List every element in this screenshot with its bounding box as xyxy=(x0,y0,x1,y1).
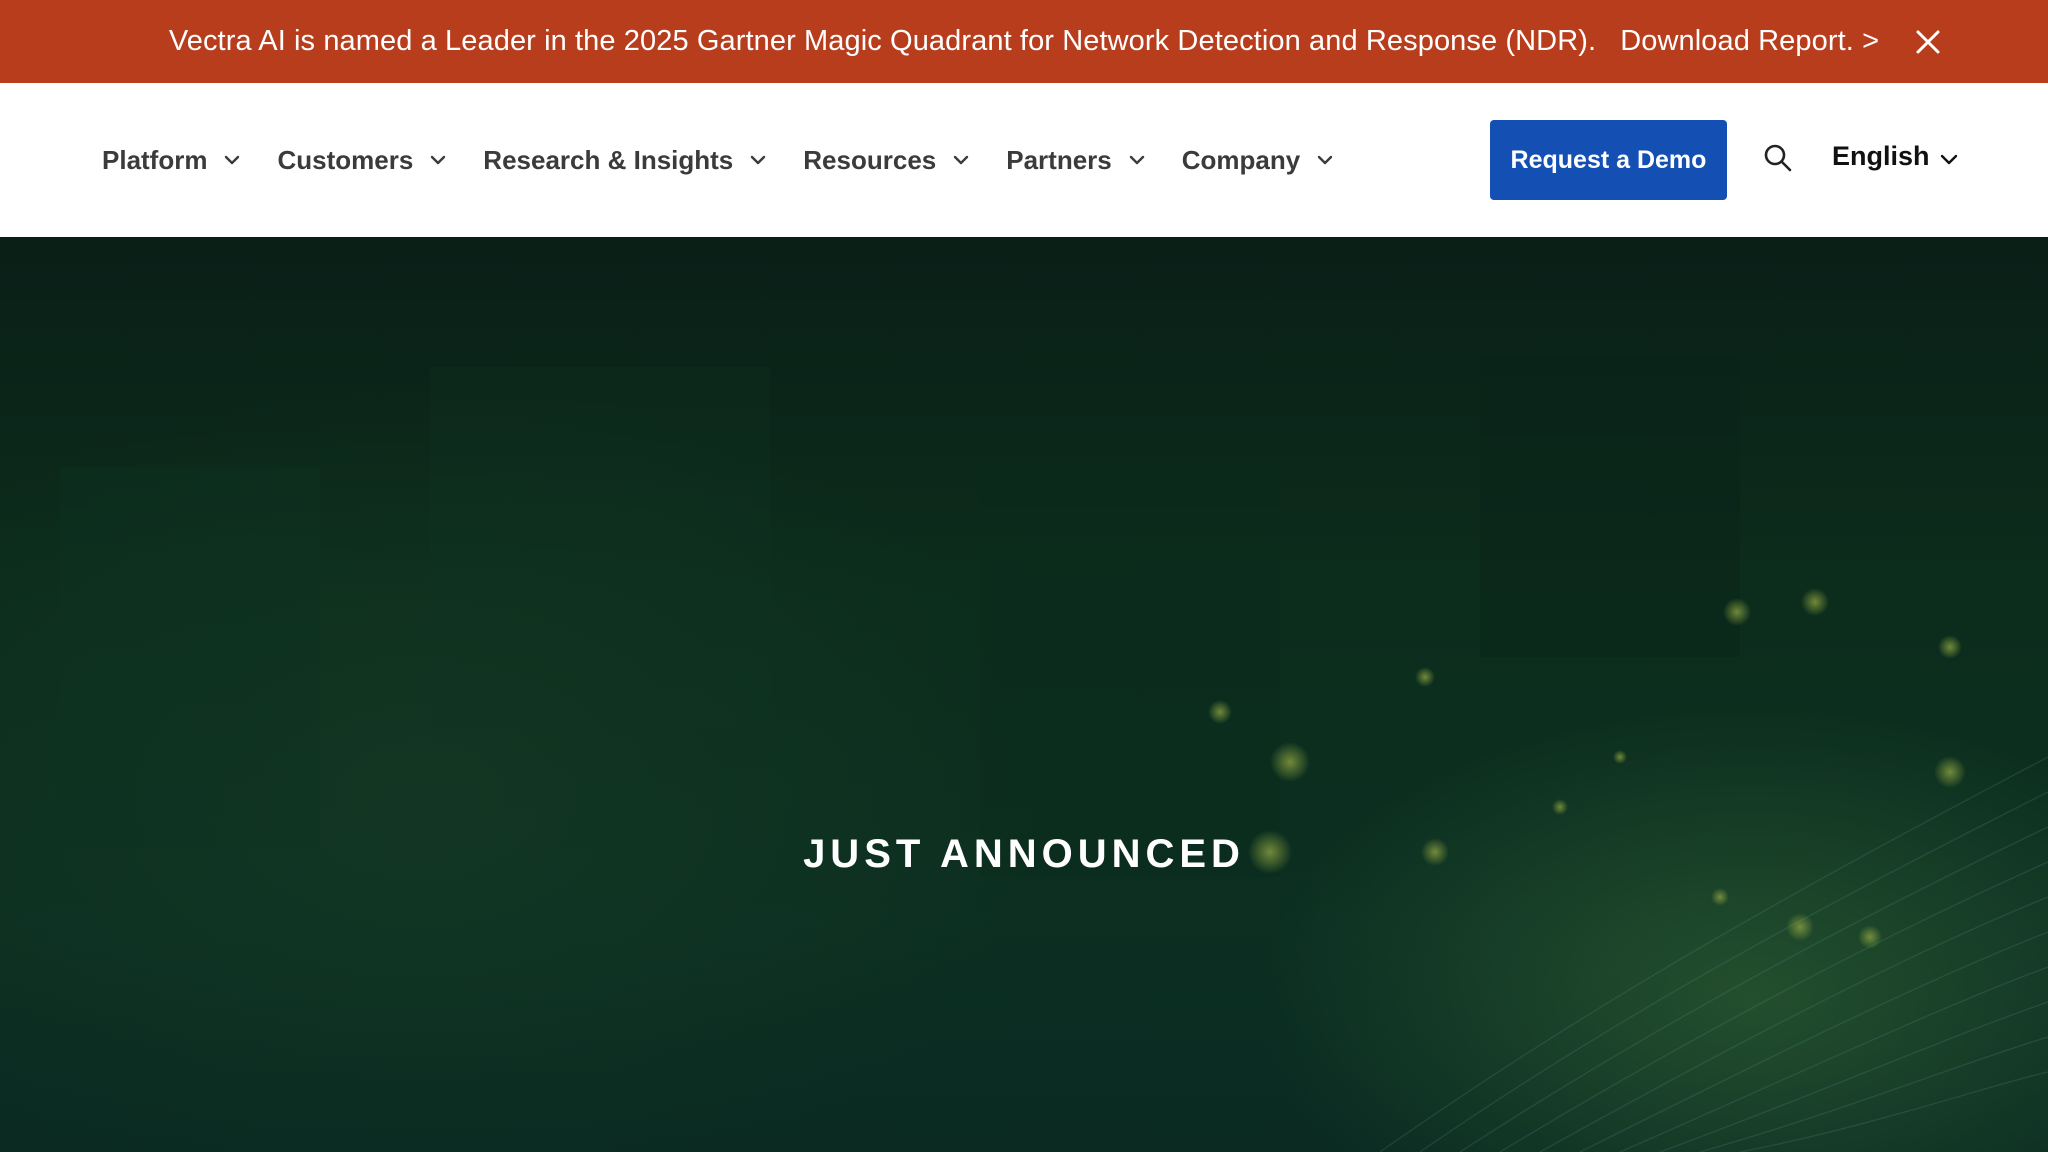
announcement-banner: Vectra AI is named a Leader in the 2025 … xyxy=(0,0,2048,83)
chevron-down-icon xyxy=(1940,154,1957,164)
chevron-down-icon xyxy=(1318,155,1333,165)
hero-eyebrow: JUST ANNOUNCED xyxy=(803,832,1245,876)
nav-item-platform[interactable]: Platform xyxy=(102,145,243,176)
chevron-down-icon xyxy=(225,155,240,165)
nav-item-label: Research & Insights xyxy=(483,144,734,175)
nav-item-label: Resources xyxy=(803,144,937,175)
close-icon[interactable] xyxy=(1908,22,1948,62)
nav-item-label: Partners xyxy=(1006,144,1112,175)
hero-background-graphic xyxy=(60,357,2048,1152)
nav-item-label: Company xyxy=(1181,144,1301,175)
language-selector[interactable]: English xyxy=(1832,141,1960,172)
nav-menu: Platform Customers Research & Insights R… xyxy=(102,83,1370,237)
main-navigation: Platform Customers Research & Insights R… xyxy=(0,83,2048,237)
chevron-down-icon xyxy=(751,155,766,165)
nav-item-label: Platform xyxy=(102,144,208,175)
nav-item-company[interactable]: Company xyxy=(1182,145,1336,176)
hero-section xyxy=(0,237,2048,1152)
banner-message: Vectra AI is named a Leader in the 2025 … xyxy=(168,25,1597,57)
download-report-link[interactable]: Download Report. > xyxy=(1620,25,1879,58)
request-demo-button[interactable]: Request a Demo xyxy=(1490,120,1727,200)
nav-item-partners[interactable]: Partners xyxy=(1006,145,1148,176)
chevron-down-icon xyxy=(1129,155,1144,165)
nav-item-resources[interactable]: Resources xyxy=(803,145,972,176)
nav-item-label: Customers xyxy=(277,144,414,175)
chevron-down-icon xyxy=(954,155,969,165)
chevron-down-icon xyxy=(431,155,446,165)
search-icon[interactable] xyxy=(1762,142,1794,174)
nav-item-customers[interactable]: Customers xyxy=(277,145,449,176)
nav-item-research-insights[interactable]: Research & Insights xyxy=(483,145,769,176)
language-label: English xyxy=(1832,141,1930,171)
